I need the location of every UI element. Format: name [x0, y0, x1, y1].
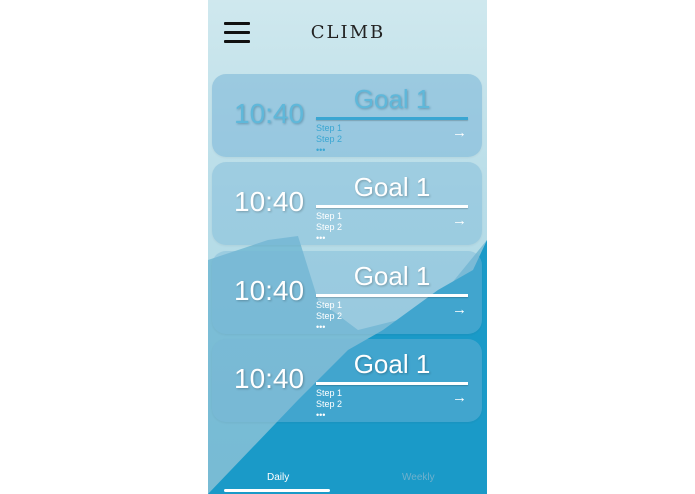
goal-step: Step 2 [316, 311, 343, 321]
hamburger-menu-icon[interactable] [224, 22, 250, 44]
goal-divider [316, 117, 468, 120]
goal-step: Step 2 [316, 399, 343, 409]
goal-steps: Step 1 Step 2 ••• [316, 123, 342, 156]
goal-step: Step 1 [316, 300, 343, 310]
goal-title: Goal 1 [353, 349, 431, 379]
arrow-right-icon[interactable]: → [452, 212, 467, 229]
goal-time: 10:40 [234, 363, 305, 394]
arrow-right-icon[interactable]: → [452, 301, 467, 318]
goal-time: 10:40 [234, 275, 305, 306]
more-dots: ••• [316, 410, 326, 420]
goal-step: Step 1 [316, 123, 343, 133]
goal-divider [316, 382, 468, 385]
more-dots: ••• [316, 322, 326, 332]
goal-step: Step 1 [316, 388, 343, 398]
tab-weekly[interactable]: Weekly [402, 472, 435, 483]
goal-card[interactable]: 10:40 Goal 1 Step 1 Step 2 ••• → [212, 251, 482, 334]
goal-step: Step 2 [316, 134, 343, 144]
active-tab-indicator [224, 489, 330, 492]
goal-steps: Step 1 Step 2 ••• [316, 388, 342, 421]
bottom-tab-bar: Daily Weekly [208, 464, 487, 494]
goal-steps: Step 1 Step 2 ••• [316, 300, 342, 333]
more-dots: ••• [316, 233, 326, 243]
app-logo: CLIMB [310, 22, 386, 43]
tab-daily[interactable]: Daily [267, 472, 289, 483]
goal-title: Goal 1 [353, 84, 431, 114]
arrow-right-icon[interactable]: → [452, 124, 467, 141]
goal-card[interactable]: 10:40 Goal 1 Step 1 Step 2 ••• → [212, 74, 482, 157]
goal-title: Goal 1 [353, 172, 431, 202]
goal-step: Step 1 [316, 211, 343, 221]
goal-time: 10:40 [234, 98, 305, 129]
goal-card[interactable]: 10:40 Goal 1 Step 1 Step 2 ••• → [212, 162, 482, 245]
goal-divider [316, 205, 468, 208]
goal-title: Goal 1 [353, 261, 431, 291]
phone-screen: CLIMB 10:40 Goal 1 Step 1 Step 2 ••• → 1… [208, 0, 487, 494]
top-bar: CLIMB [208, 0, 487, 66]
more-dots: ••• [316, 145, 326, 155]
goal-steps: Step 1 Step 2 ••• [316, 211, 342, 244]
goal-card[interactable]: 10:40 Goal 1 Step 1 Step 2 ••• → [212, 339, 482, 422]
arrow-right-icon[interactable]: → [452, 389, 467, 406]
goal-time: 10:40 [234, 186, 305, 217]
goal-step: Step 2 [316, 222, 343, 232]
goal-divider [316, 294, 468, 297]
